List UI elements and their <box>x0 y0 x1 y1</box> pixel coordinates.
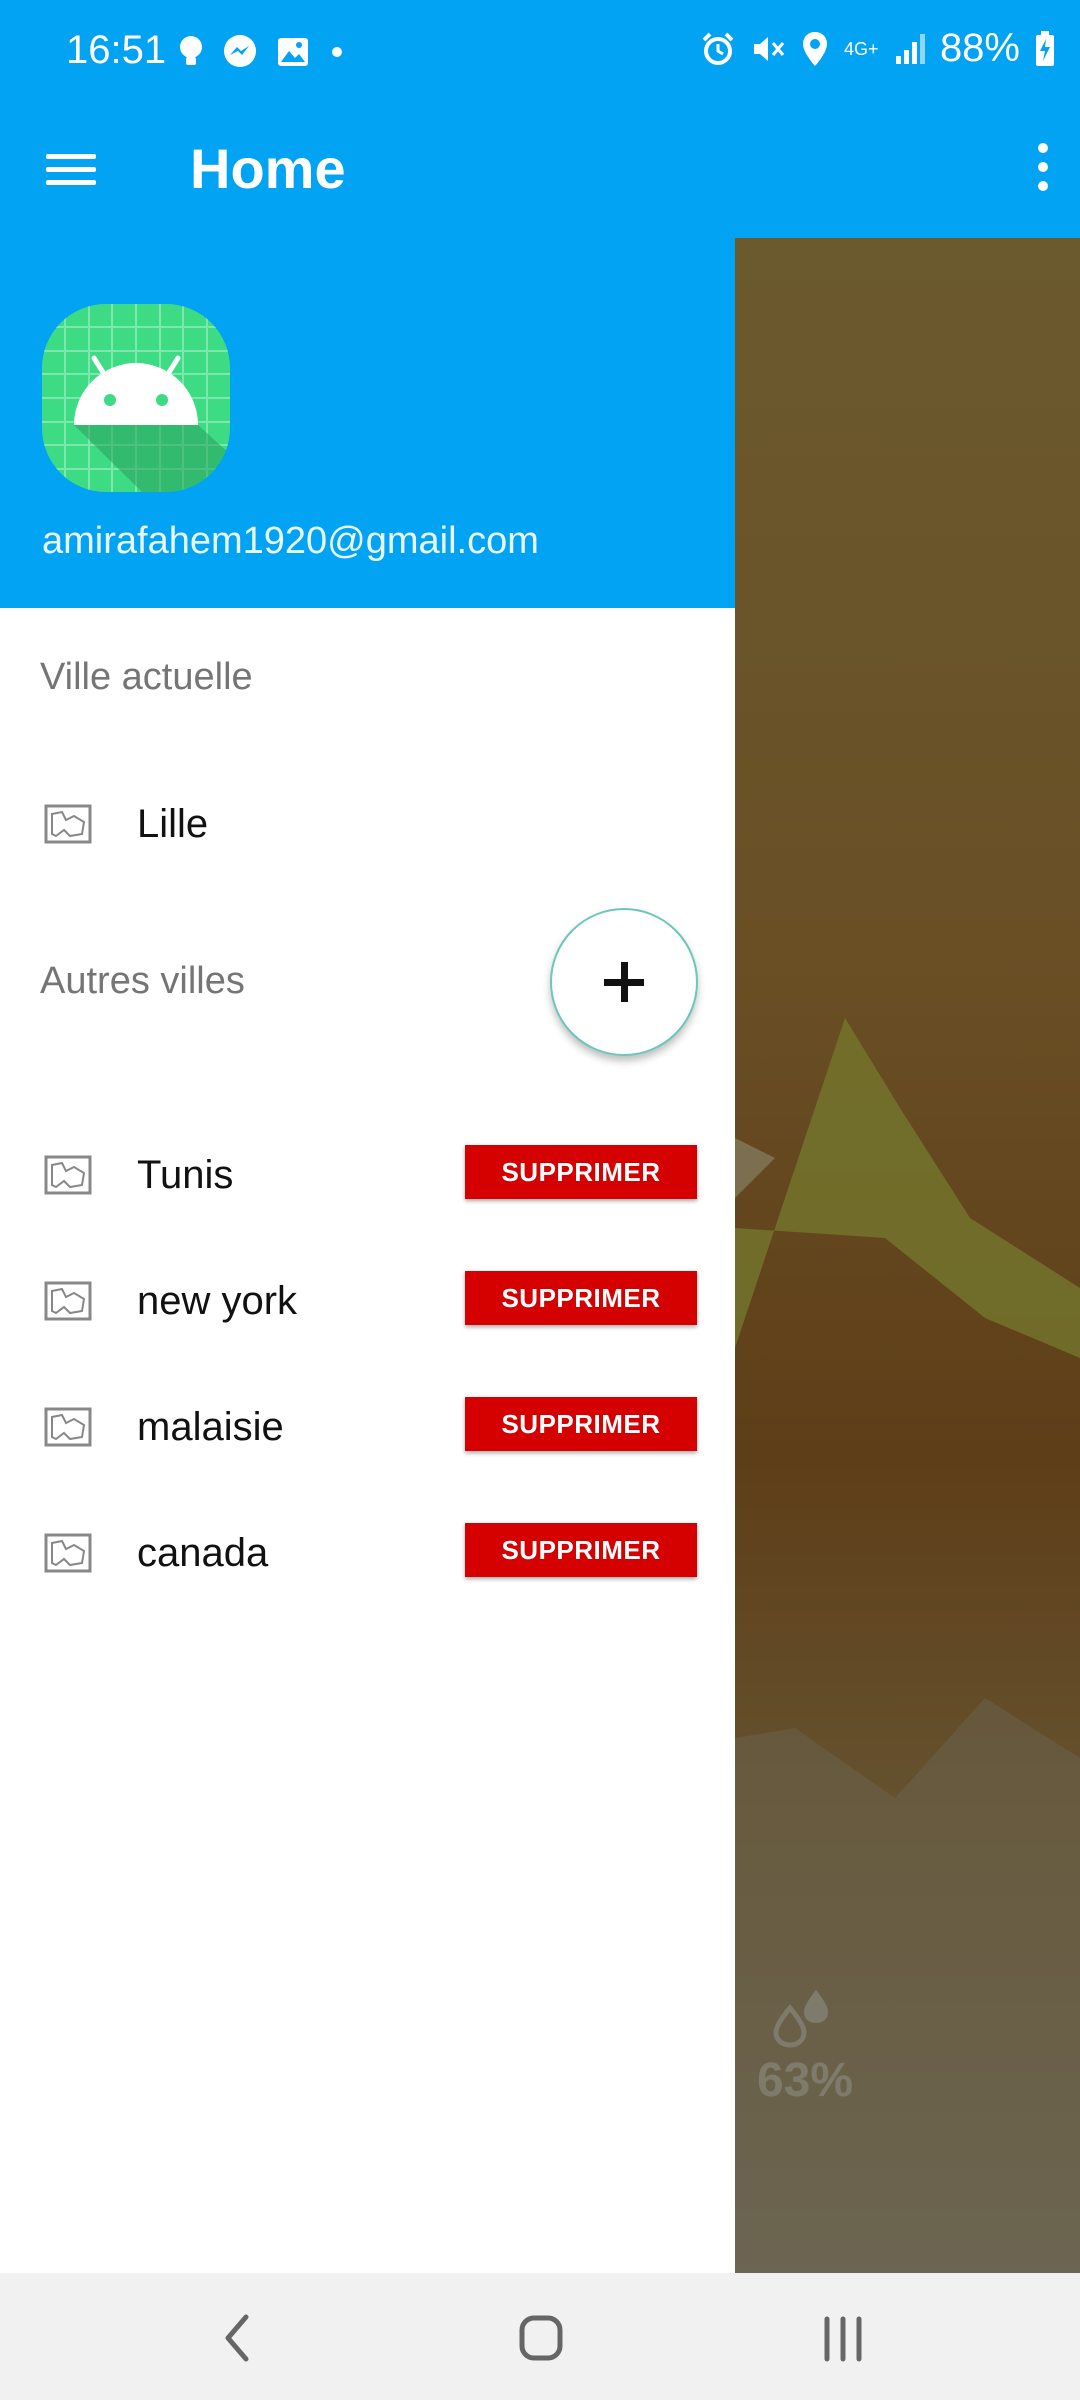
delete-city-button[interactable]: SUPPRIMER <box>465 1271 697 1325</box>
dot-icon <box>332 47 342 57</box>
status-system-icons: 4G+ 88% <box>700 26 1056 71</box>
messenger-icon <box>224 35 256 67</box>
city-name: Tunis <box>137 1153 234 1197</box>
current-city-item[interactable]: Lille <box>0 782 735 872</box>
humidity-indicator: 63% <box>755 1988 855 2108</box>
map-icon <box>44 1533 92 1573</box>
recents-icon[interactable] <box>805 2303 885 2373</box>
alarm-icon <box>702 32 734 65</box>
more-vert-icon[interactable] <box>1018 134 1068 214</box>
account-email: amirafahem1920@gmail.com <box>42 520 539 562</box>
plus-icon <box>604 962 644 1002</box>
list-item[interactable]: new york SUPPRIMER <box>0 1259 735 1349</box>
gallery-icon <box>278 38 308 66</box>
list-item[interactable]: canada SUPPRIMER <box>0 1511 735 1601</box>
background-weather-screen[interactable]: 63% <box>735 238 1080 2273</box>
system-navigation-bar <box>0 2273 1080 2400</box>
current-city-name: Lille <box>137 802 209 846</box>
other-cities-label: Autres villes <box>40 960 245 1002</box>
humidity-value: 63% <box>756 2054 854 2107</box>
city-name: canada <box>137 1531 269 1575</box>
mute-icon <box>753 36 785 61</box>
delete-city-button[interactable]: SUPPRIMER <box>465 1145 697 1199</box>
hamburger-menu-icon[interactable] <box>46 146 98 202</box>
map-icon <box>44 1281 92 1321</box>
app-bar: Home <box>0 110 1080 238</box>
city-name: new york <box>137 1279 298 1323</box>
humidity-drops-icon <box>773 1990 828 2048</box>
add-city-button[interactable] <box>550 908 698 1056</box>
signal-icon <box>895 33 925 64</box>
battery-percent: 88% <box>939 26 1020 70</box>
status-bar: 16:51 4G+ 88% <box>0 0 1080 110</box>
back-icon[interactable] <box>200 2303 280 2373</box>
android-icon[interactable] <box>42 304 230 492</box>
bulb-icon <box>180 36 202 65</box>
city-name: malaisie <box>137 1405 284 1449</box>
status-notification-icons <box>178 34 346 70</box>
page-title: Home <box>190 137 346 200</box>
current-city-label: Ville actuelle <box>40 656 253 698</box>
delete-city-button[interactable]: SUPPRIMER <box>465 1397 697 1451</box>
map-icon <box>44 1407 92 1447</box>
drawer-header: amirafahem1920@gmail.com <box>0 238 735 608</box>
map-icon <box>44 1155 92 1195</box>
delete-city-button[interactable]: SUPPRIMER <box>465 1523 697 1577</box>
list-item[interactable]: Tunis SUPPRIMER <box>0 1133 735 1223</box>
map-icon <box>44 804 92 844</box>
battery-charging-icon <box>1036 30 1054 66</box>
list-item[interactable]: malaisie SUPPRIMER <box>0 1385 735 1475</box>
network-4g-icon: 4G+ <box>843 38 879 59</box>
location-icon <box>802 31 827 66</box>
home-icon[interactable] <box>500 2303 580 2373</box>
mountain-background-image <box>735 1018 1080 2273</box>
navigation-drawer: amirafahem1920@gmail.com Ville actuelle … <box>0 238 735 2273</box>
status-time: 16:51 <box>66 28 167 72</box>
